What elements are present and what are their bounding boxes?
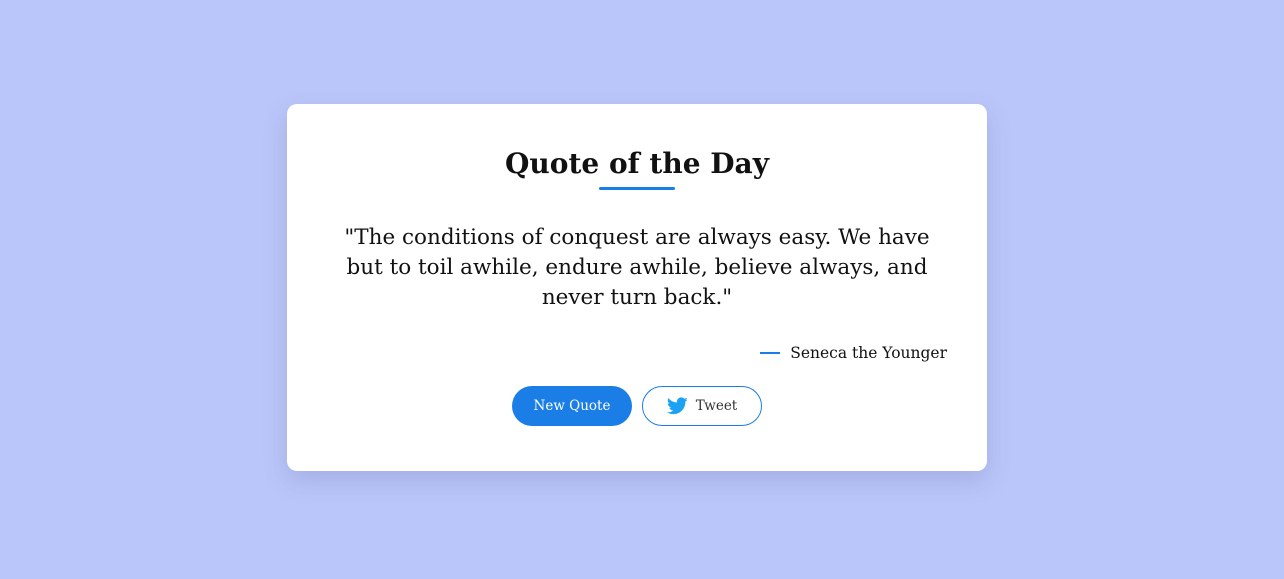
tweet-button[interactable]: Tweet — [642, 386, 762, 426]
card-title: Quote of the Day — [505, 147, 769, 180]
author-row: Seneca the Younger — [760, 342, 947, 364]
quote-author: Seneca the Younger — [790, 344, 947, 362]
new-quote-button[interactable]: New Quote — [512, 386, 632, 426]
author-dash — [760, 352, 781, 354]
title-underline — [599, 187, 675, 190]
quote-card: Quote of the Day "The conditions of conq… — [287, 104, 987, 471]
button-row: New Quote Tweet — [512, 386, 762, 426]
tweet-label: Tweet — [695, 398, 738, 414]
twitter-bird-icon — [666, 397, 688, 415]
quote-text: "The conditions of conquest are always e… — [344, 225, 930, 310]
